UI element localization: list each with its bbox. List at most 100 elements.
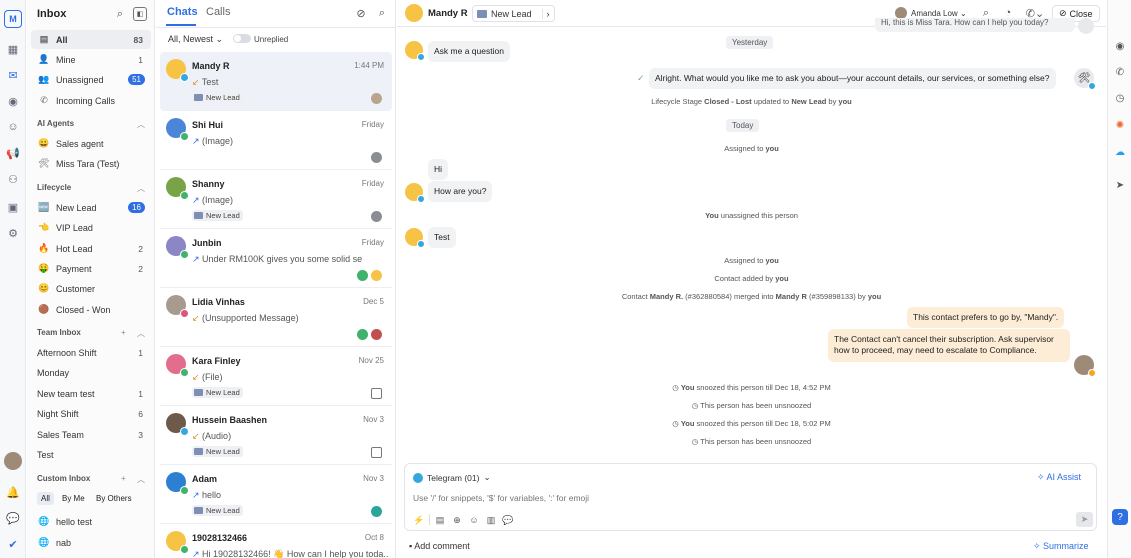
chat-item[interactable]: Adam Nov 3 ↗ hello New Lead (160, 465, 392, 524)
unassigned-icon (371, 447, 382, 458)
snippet-icon[interactable]: ▤ (434, 514, 446, 526)
phone-icon[interactable]: ✆ (1112, 64, 1128, 80)
chat-item[interactable]: Junbin Friday ↗ Under RM100K gives you s… (160, 229, 392, 288)
assignee-select[interactable]: Amanda Low ⌄ (911, 9, 967, 18)
lifecycle-header[interactable]: Lifecycle ︿ (37, 183, 145, 193)
chat-preview-text: Test (201, 77, 219, 87)
workflows-icon[interactable]: ⚇ (4, 170, 22, 188)
sidebar-item-incoming-calls[interactable]: ✆ Incoming Calls (31, 91, 151, 110)
summarize-button[interactable]: ✧ Summarize (1033, 541, 1089, 552)
custom-inbox-header[interactable]: Custom Inbox + ︿ (37, 474, 145, 484)
sidebar-item-miss-tara[interactable]: 🛠 Miss Tara (Test) (31, 154, 151, 173)
tools-icon: 🛠 (38, 158, 50, 168)
sidebar-item-sales-team[interactable]: Sales Team 3 (31, 425, 151, 444)
clock-icon: ◷ (672, 383, 681, 392)
broadcast-icon[interactable]: 📢 (4, 144, 22, 162)
sort-dropdown[interactable]: All, Newest ⌄ (168, 34, 223, 45)
help-chat-icon[interactable]: ? (1112, 509, 1128, 525)
chat-item[interactable]: Mandy R 1:44 PM ↙ Test New Lead (160, 52, 392, 111)
tab-chats[interactable]: Chats (167, 6, 198, 18)
sidebar-item-nab[interactable]: 🌐 nab (31, 533, 151, 552)
sidebar-item-test[interactable]: Test (31, 445, 151, 464)
notifications-icon[interactable]: 🔔 (4, 483, 22, 501)
message-input[interactable] (413, 493, 1013, 503)
chevron-right-icon[interactable]: › (541, 8, 550, 19)
send-button[interactable]: ➤ (1076, 512, 1093, 527)
channel-select[interactable]: Telegram (01) ⌄ (413, 472, 491, 483)
chat-item[interactable]: Lidia Vinhas Dec 5 ↙ (Unsupported Messag… (160, 288, 392, 347)
sidebar-item-label: Night Shift (37, 408, 79, 419)
chevron-up-icon[interactable]: ︿ (137, 328, 145, 339)
emoji-icon[interactable]: ☺ (468, 514, 480, 526)
contact-name[interactable]: Mandy R (428, 8, 468, 19)
chat-item[interactable]: 19028132466 Oct 8 ↗ Hi 19028132466! 👋 Ho… (160, 524, 392, 558)
sidebar-item-unassigned[interactable]: 👥 Unassigned 51 (31, 70, 151, 89)
filter-by-me[interactable]: By Me (62, 494, 85, 503)
filter-all[interactable]: All (37, 492, 54, 505)
status-check-icon[interactable]: ✔ (4, 535, 22, 553)
plus-icon[interactable]: + (121, 474, 126, 483)
message-composer: Telegram (01)⌄ ✧ AI Assist ⚡ ▤ ⊕ ☺ ▥ 💬 ➤ (404, 463, 1097, 531)
sidebar-item-new-team-test[interactable]: New team test 1 (31, 384, 151, 403)
message-bubble: Hi, this is Miss Tara. How can I help yo… (875, 18, 1075, 32)
filter-by-others[interactable]: By Others (96, 494, 132, 503)
ai-agent-icon[interactable]: ☺ (4, 118, 22, 136)
phone-icon: ✆ (40, 95, 48, 105)
sidebar-item-new-lead[interactable]: 🆕 New Lead 16 (31, 198, 151, 217)
sidebar-item-sales-agent[interactable]: 😀 Sales agent (31, 134, 151, 153)
tab-calls[interactable]: Calls (206, 6, 230, 18)
chat-item[interactable]: Shi Hui Friday ↗ (Image) (160, 111, 392, 170)
ai-assist-button[interactable]: ✧ AI Assist (1037, 472, 1081, 483)
contact-avatar[interactable] (405, 4, 423, 22)
sidebar-item-hot-lead[interactable]: 🔥 Hot Lead 2 (31, 239, 151, 258)
chevron-up-icon[interactable]: ︿ (137, 119, 145, 130)
reports-icon[interactable]: ▣ (4, 198, 22, 216)
contacts-icon[interactable]: ◉ (4, 92, 22, 110)
sidebar-item-closed-won[interactable]: 🟤 Closed - Won (31, 300, 151, 319)
dashboard-icon[interactable]: ▦ (4, 40, 22, 58)
sidebar-item-afternoon-shift[interactable]: Afternoon Shift 1 (31, 343, 151, 362)
system-message: ◷ This person has been unsnoozed (397, 437, 1106, 446)
template-icon[interactable]: ▥ (485, 514, 497, 526)
chevron-up-icon[interactable]: ︿ (137, 474, 145, 485)
chat-item[interactable]: Kara Finley Nov 25 ↙ (File) New Lead (160, 347, 392, 406)
contact-details-icon[interactable]: ◉ (1112, 38, 1128, 54)
sidebar-item-hello-test[interactable]: 🌐 hello test (31, 512, 151, 531)
search-icon[interactable]: ⌕ (375, 6, 389, 20)
avatar (166, 177, 189, 200)
sidebar-item-vip-lead[interactable]: 👈 VIP Lead (31, 218, 151, 237)
hubspot-icon[interactable]: ✺ (1112, 117, 1128, 133)
lifecycle-stage-select[interactable]: New Lead › (472, 5, 555, 22)
help-icon[interactable]: 💬 (4, 509, 22, 527)
tag-label: New Lead (206, 506, 240, 515)
magic-wand-icon[interactable]: ⚡ (413, 514, 425, 526)
sidebar-item-mine[interactable]: 👤 Mine 1 (31, 50, 151, 69)
salesforce-icon[interactable]: ☁ (1112, 144, 1128, 160)
collapse-sidebar-icon[interactable]: ◧ (133, 7, 147, 21)
user-avatar[interactable] (4, 452, 22, 470)
chat-item[interactable]: Hussein Baashen Nov 3 ↙ (Audio) New Lead (160, 406, 392, 465)
chat-bubble-icon[interactable]: 💬 (502, 514, 514, 526)
sidebar-item-payment[interactable]: 🤑 Payment 2 (31, 259, 151, 278)
chevron-up-icon[interactable]: ︿ (137, 183, 145, 194)
sidebar-item-monday[interactable]: Monday (31, 363, 151, 382)
sidebar-item-all[interactable]: ▤ All 83 (31, 30, 151, 49)
inbox-icon[interactable]: ✉ (4, 66, 22, 84)
sidebar-item-night-shift[interactable]: Night Shift 6 (31, 404, 151, 423)
workspace-logo[interactable]: M (4, 10, 22, 28)
ai-agents-header[interactable]: AI Agents ︿ (37, 119, 145, 129)
search-icon[interactable]: ⌕ (113, 7, 127, 21)
plus-icon[interactable]: + (121, 328, 126, 337)
chat-time: Friday (361, 179, 384, 188)
avatar (166, 472, 189, 495)
unreplied-toggle[interactable] (233, 34, 251, 43)
settings-icon[interactable]: ⚙ (4, 224, 22, 242)
tag-label: New Lead (206, 388, 240, 397)
team-inbox-header[interactable]: Team Inbox + ︿ (37, 328, 145, 338)
sidebar-item-customer[interactable]: 😊 Customer (31, 279, 151, 298)
compose-settings-icon[interactable]: ⊘ (354, 6, 368, 20)
attachment-icon[interactable]: ⊕ (451, 514, 463, 526)
chat-item[interactable]: Shanny Friday ↗ (Image) New Lead (160, 170, 392, 229)
add-comment-button[interactable]: ▪ Add comment (409, 541, 470, 551)
history-clock-icon[interactable]: ◷ (1112, 90, 1128, 106)
